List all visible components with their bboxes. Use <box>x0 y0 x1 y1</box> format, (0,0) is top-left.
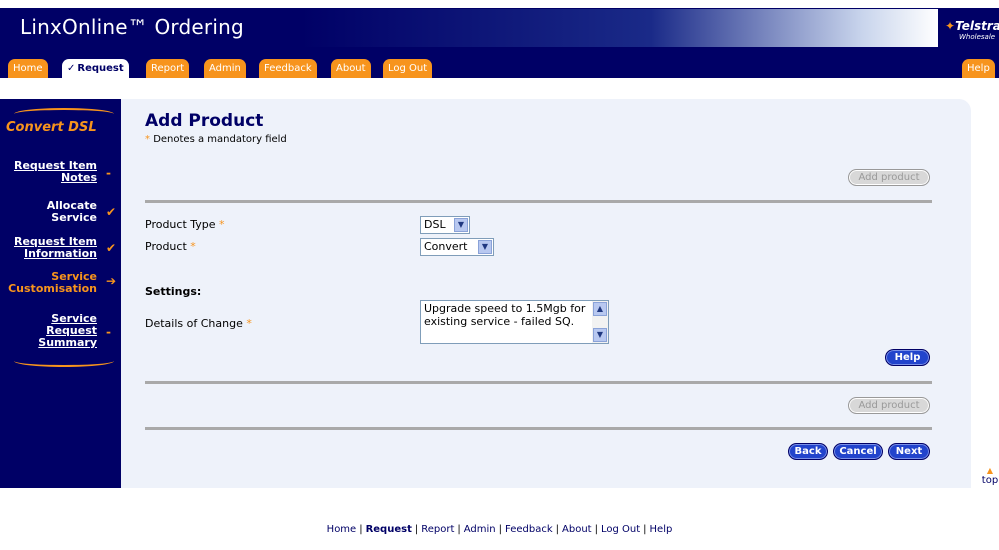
page-title: Add Product <box>145 111 264 131</box>
product-select[interactable]: Convert ▼ <box>420 238 494 256</box>
arrow-right-icon: ➔ <box>106 274 117 288</box>
app-title: LinxOnline™ Ordering <box>20 15 244 39</box>
product-label: Product * <box>145 240 196 253</box>
check-icon: ✓ <box>67 63 76 74</box>
help-button[interactable]: Help <box>885 349 930 366</box>
details-of-change-value: Upgrade speed to 1.5Mgb for existing ser… <box>424 302 586 328</box>
textarea-scrollbar[interactable]: ▲ ▼ <box>592 301 608 343</box>
product-type-select[interactable]: DSL ▼ <box>420 216 470 234</box>
footer-link-help[interactable]: Help <box>650 524 673 535</box>
tab-report[interactable]: Report <box>146 59 190 78</box>
header-title-tab: LinxOnline™ Ordering <box>0 8 300 48</box>
tab-home[interactable]: Home <box>8 59 48 78</box>
dash-icon: - <box>106 325 111 339</box>
product-type-label: Product Type * <box>145 218 225 231</box>
sidebar-title: Convert DSL <box>6 120 97 135</box>
sidebar-item-allocate-service: Allocate Service <box>46 199 97 224</box>
footer-link-admin[interactable]: Admin <box>464 524 496 535</box>
mandatory-note: * Denotes a mandatory field <box>145 134 287 145</box>
cancel-button[interactable]: Cancel <box>833 443 883 460</box>
footer-link-about[interactable]: About <box>562 524 592 535</box>
dash-icon: - <box>106 166 111 180</box>
sidebar-arc-top <box>14 108 114 120</box>
footer-link-report[interactable]: Report <box>421 524 454 535</box>
arrow-up-icon: ▲ <box>986 466 994 475</box>
sidebar-arc-bottom <box>14 355 114 367</box>
footer-link-log-out[interactable]: Log Out <box>601 524 640 535</box>
footer-links: Home | Request | Report | Admin | Feedback | About… <box>326 524 673 535</box>
logo-subtext: Wholesale <box>959 33 996 41</box>
divider-top <box>145 200 932 203</box>
divider-bottom <box>145 427 932 430</box>
add-product-button-bottom[interactable]: Add product <box>848 397 930 414</box>
tab-feedback[interactable]: Feedback <box>259 59 317 78</box>
check-icon: ✔ <box>106 241 117 255</box>
settings-heading: Settings: <box>145 285 202 298</box>
tab-about[interactable]: About <box>331 59 371 78</box>
logo-text: ✦Telstra <box>945 19 999 33</box>
details-of-change-label: Details of Change * <box>145 317 252 330</box>
next-button[interactable]: Next <box>888 443 930 460</box>
sidebar-item-service-request-summary[interactable]: Service Request Summary <box>38 313 97 349</box>
footer-link-feedback[interactable]: Feedback <box>505 524 553 535</box>
chevron-down-icon: ▼ <box>454 218 468 232</box>
scroll-up-icon[interactable]: ▲ <box>593 302 607 316</box>
divider-middle <box>145 381 932 384</box>
sidebar-item-request-item-information[interactable]: Request Item Information <box>14 236 97 260</box>
tab-admin[interactable]: Admin <box>204 59 246 78</box>
top-link[interactable]: ▲ top <box>980 466 999 487</box>
details-of-change-textarea[interactable]: Upgrade speed to 1.5Mgb for existing ser… <box>420 300 609 344</box>
tab-request[interactable]: ✓ Request <box>62 59 129 79</box>
footer-link-home[interactable]: Home <box>327 524 357 535</box>
scroll-down-icon[interactable]: ▼ <box>593 328 607 342</box>
back-button[interactable]: Back <box>788 443 828 460</box>
logo-mark-icon: ✦ <box>945 19 956 33</box>
main-panel: Add Product * Denotes a mandatory field … <box>121 99 971 488</box>
footer-link-request[interactable]: Request <box>366 524 412 535</box>
chevron-down-icon: ▼ <box>478 240 492 254</box>
page: LinxOnline™ Ordering ✦Telstra Wholesale … <box>0 0 999 550</box>
tab-log-out[interactable]: Log Out <box>383 59 433 78</box>
tab-help[interactable]: Help <box>962 59 995 78</box>
sidebar: Convert DSL Request Item Notes - Allocat… <box>0 99 121 488</box>
sidebar-item-request-item-notes[interactable]: Request Item Notes <box>14 160 97 184</box>
add-product-button-top[interactable]: Add product <box>848 169 930 186</box>
telstra-logo: ✦Telstra Wholesale <box>938 8 999 48</box>
check-icon: ✔ <box>106 205 117 219</box>
header-gradient <box>300 9 938 47</box>
sidebar-item-service-customisation: Service Customisation <box>8 270 97 295</box>
